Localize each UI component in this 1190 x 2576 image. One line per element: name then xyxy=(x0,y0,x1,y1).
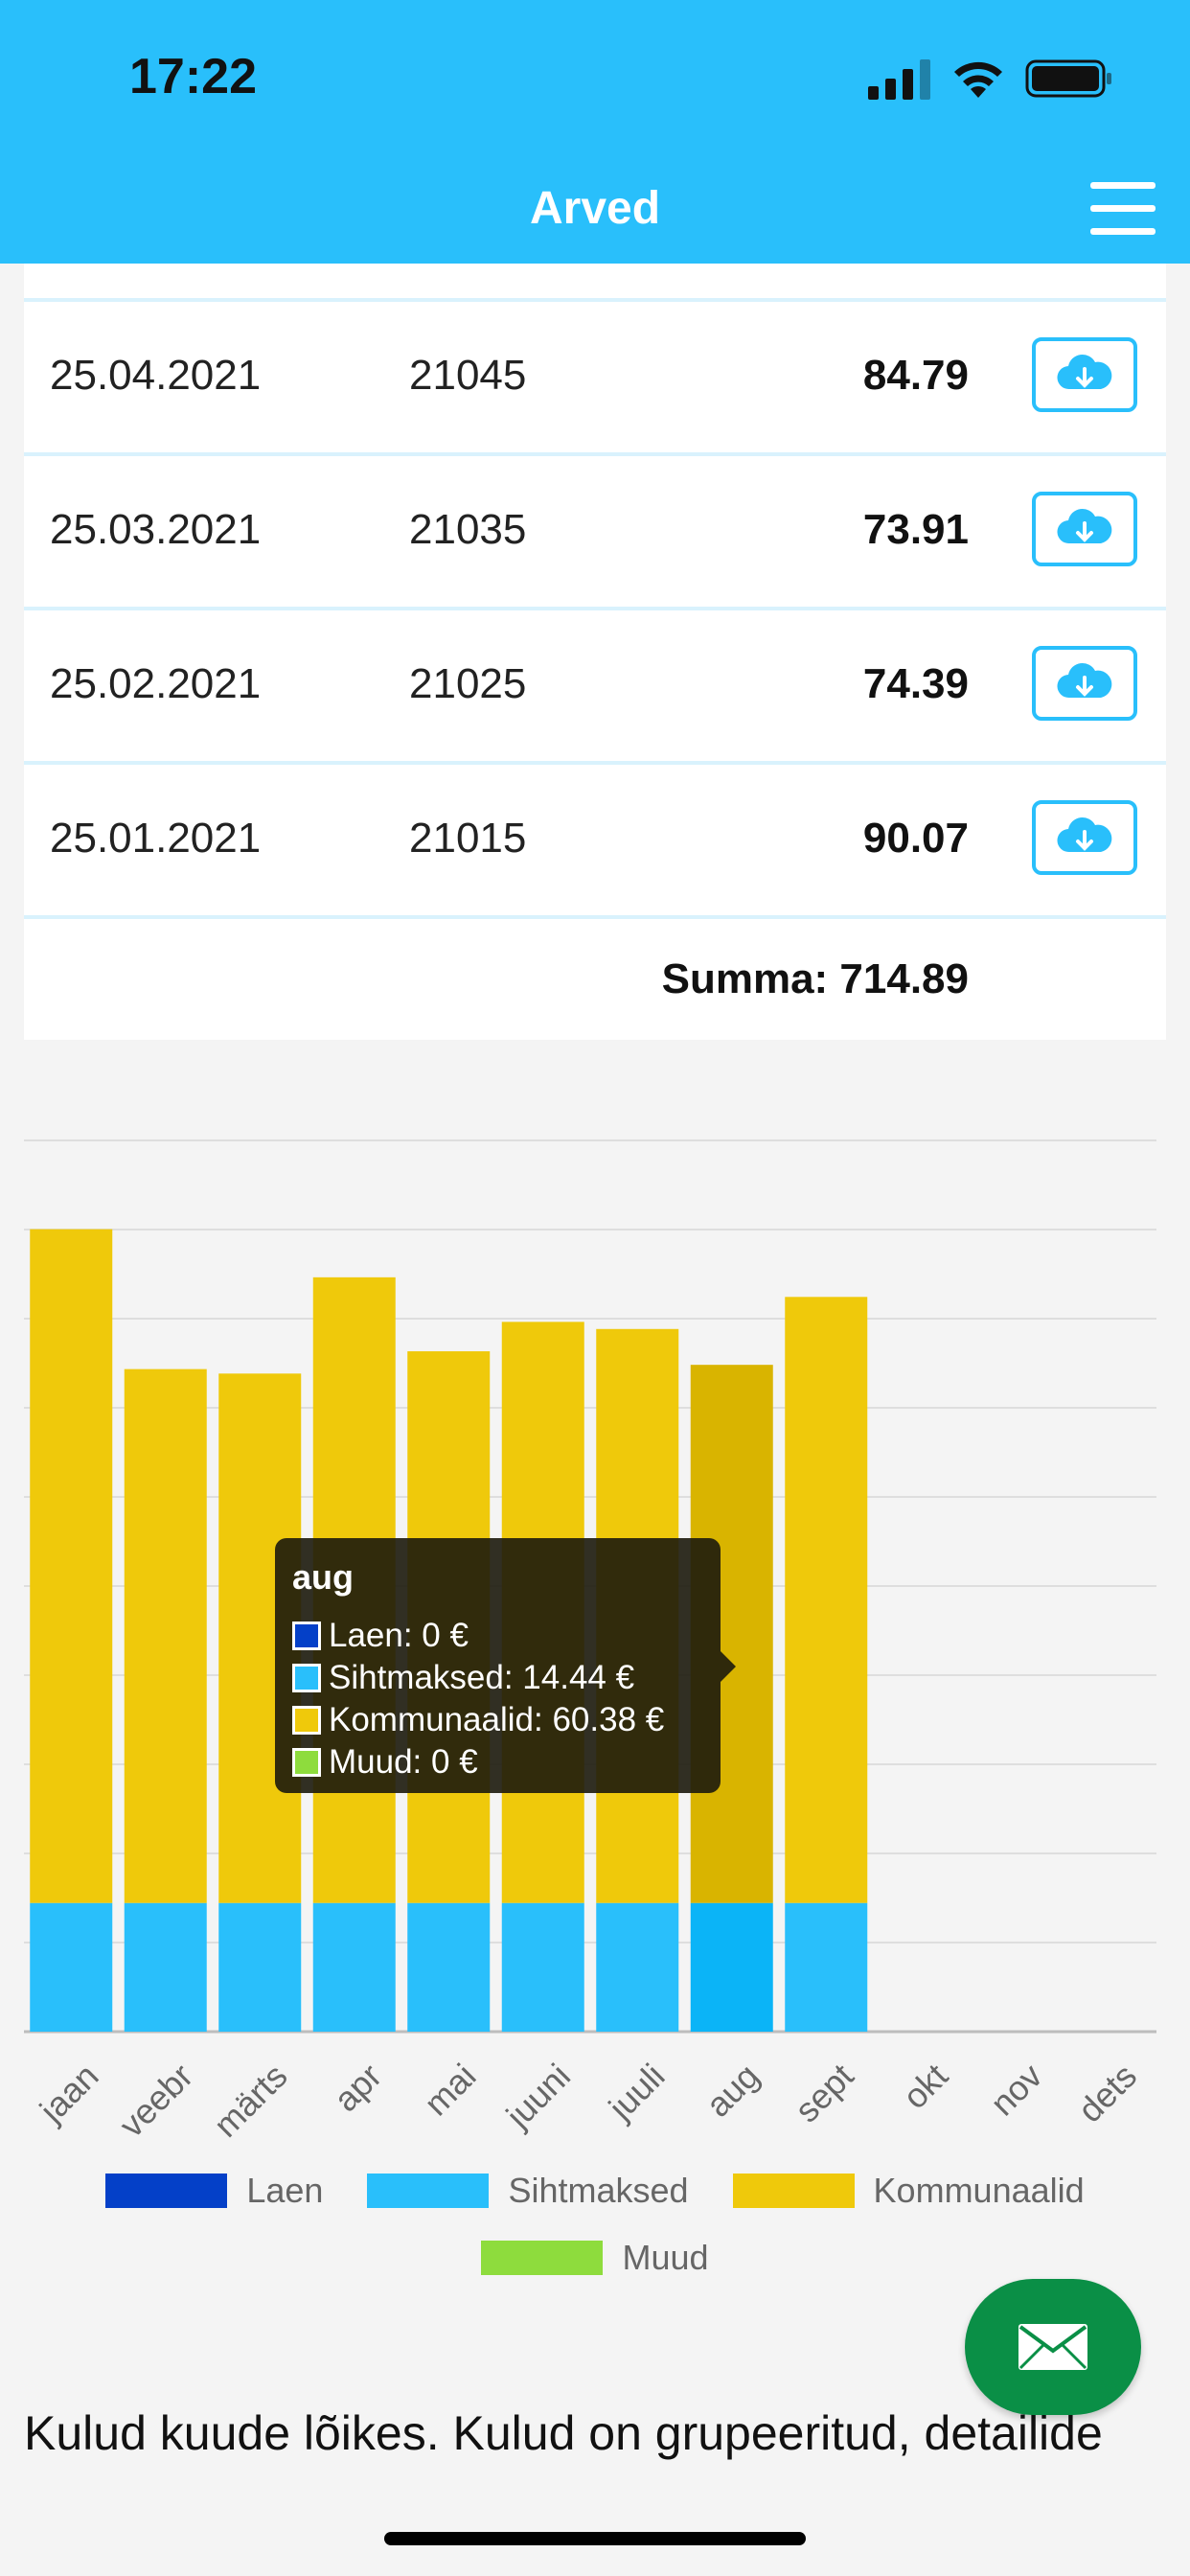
table-row: 25.02.2021 21025 74.39 xyxy=(24,610,1166,765)
bar-kommunaalid-sept[interactable] xyxy=(785,1297,868,1903)
invoice-number: 21045 xyxy=(409,352,527,399)
bar-kommunaalid-jaan[interactable] xyxy=(30,1229,113,1903)
battery-icon xyxy=(1025,59,1111,98)
legend-swatch xyxy=(481,2241,604,2275)
home-indicator xyxy=(384,2532,806,2545)
tooltip-line: Kommunaalid: 60.38 € xyxy=(292,1699,703,1741)
legend-item-muud[interactable]: Muud xyxy=(481,2238,709,2278)
tooltip-line-text: Kommunaalid: 60.38 € xyxy=(329,1701,665,1738)
bar-sihtmaksed-märts[interactable] xyxy=(218,1902,302,2032)
cloud-download-icon xyxy=(1057,508,1112,544)
invoice-number: 21015 xyxy=(409,815,527,862)
hamburger-menu-icon[interactable] xyxy=(1090,182,1156,238)
tooltip-swatch xyxy=(292,1622,321,1650)
x-tick-label: nov xyxy=(983,2056,1050,2123)
chart-legend-row-2: Muud xyxy=(0,2238,1190,2284)
wifi-icon xyxy=(954,61,1002,98)
tooltip-swatch xyxy=(292,1748,321,1777)
x-tick-label: apr xyxy=(326,2056,389,2119)
download-invoice-button[interactable] xyxy=(1032,492,1137,566)
table-row-partial xyxy=(24,264,1166,302)
status-time: 17:22 xyxy=(129,49,257,104)
cellular-signal-icon xyxy=(868,59,930,100)
x-tick-label: märts xyxy=(206,2056,295,2145)
table-row: 25.01.2021 21015 90.07 xyxy=(24,765,1166,919)
tooltip-line: Sihtmaksed: 14.44 € xyxy=(292,1657,703,1699)
tooltip-line-text: Muud: 0 € xyxy=(329,1743,478,1781)
bar-sihtmaksed-aug[interactable] xyxy=(690,1902,773,2032)
x-tick-label: mai xyxy=(417,2056,484,2123)
sum-row: Summa: 714.89 xyxy=(24,919,1166,1040)
bar-sihtmaksed-veebr[interactable] xyxy=(124,1902,207,2032)
legend-swatch xyxy=(732,2174,855,2208)
legend-item-kommunaalid[interactable]: Kommunaalid xyxy=(732,2171,1085,2211)
invoice-table: 25.04.2021 21045 84.79 25.03.2021 21035 … xyxy=(24,264,1166,1040)
x-tick-label: juuni xyxy=(498,2056,578,2135)
legend-swatch xyxy=(105,2174,228,2208)
tooltip-line-text: Sihtmaksed: 14.44 € xyxy=(329,1659,635,1696)
envelope-icon xyxy=(1018,2324,1087,2370)
invoice-number: 21025 xyxy=(409,660,527,707)
invoice-amount: 90.07 xyxy=(862,815,969,862)
legend-label: Sihtmaksed xyxy=(508,2171,689,2210)
chart-tooltip: aug Laen: 0 € Sihtmaksed: 14.44 € Kommun… xyxy=(275,1538,736,1793)
table-row: 25.04.2021 21045 84.79 xyxy=(24,302,1166,456)
legend-label: Muud xyxy=(622,2238,709,2277)
legend-item-laen[interactable]: Laen xyxy=(105,2171,323,2211)
tooltip-line-text: Laen: 0 € xyxy=(329,1617,469,1654)
tooltip-line: Muud: 0 € xyxy=(292,1741,703,1783)
invoice-amount: 74.39 xyxy=(862,660,969,707)
x-tick-label: sept xyxy=(787,2056,860,2129)
download-invoice-button[interactable] xyxy=(1032,800,1137,875)
download-invoice-button[interactable] xyxy=(1032,646,1137,721)
tooltip-swatch xyxy=(292,1664,321,1692)
x-tick-label: jaan xyxy=(32,2056,106,2130)
tooltip-title: aug xyxy=(292,1557,355,1597)
cloud-download-icon xyxy=(1057,354,1112,390)
x-tick-label: veebr xyxy=(111,2056,200,2145)
contact-mail-button[interactable] xyxy=(965,2279,1141,2415)
legend-label: Laen xyxy=(246,2171,324,2210)
bar-sihtmaksed-jaan[interactable] xyxy=(30,1902,113,2032)
x-tick-label: aug xyxy=(698,2056,767,2124)
invoice-date: 25.03.2021 xyxy=(50,506,262,553)
bar-sihtmaksed-juuni[interactable] xyxy=(501,1902,584,2032)
legend-swatch xyxy=(367,2174,490,2208)
bar-sihtmaksed-apr[interactable] xyxy=(312,1902,396,2032)
chart-description: Kulud kuude lõikes. Kulud on grupeeritud… xyxy=(24,2406,1103,2460)
download-invoice-button[interactable] xyxy=(1032,337,1137,412)
bar-sihtmaksed-mai[interactable] xyxy=(407,1902,491,2032)
invoice-date: 25.01.2021 xyxy=(50,815,262,862)
x-tick-label: dets xyxy=(1070,2056,1144,2129)
x-tick-label: juuli xyxy=(601,2056,673,2128)
invoice-number: 21035 xyxy=(409,506,527,553)
table-row: 25.03.2021 21035 73.91 xyxy=(24,456,1166,610)
invoice-date: 25.02.2021 xyxy=(50,660,262,707)
navigation-bar: Arved xyxy=(0,153,1190,264)
invoice-amount: 84.79 xyxy=(862,352,969,399)
invoice-date: 25.04.2021 xyxy=(50,352,262,399)
invoice-amount: 73.91 xyxy=(862,506,969,553)
tooltip-swatch xyxy=(292,1706,321,1735)
cloud-download-icon xyxy=(1057,816,1112,853)
tooltip-line: Laen: 0 € xyxy=(292,1615,703,1657)
chart-legend-row-1: Laen Sihtmaksed Kommunaalid xyxy=(0,2171,1190,2217)
bar-sihtmaksed-juuli[interactable] xyxy=(596,1902,679,2032)
legend-label: Kommunaalid xyxy=(873,2171,1085,2210)
legend-item-sihtmaksed[interactable]: Sihtmaksed xyxy=(367,2171,689,2211)
x-tick-label: okt xyxy=(895,2056,955,2116)
bar-sihtmaksed-sept[interactable] xyxy=(785,1902,868,2032)
invoice-sum: Summa: 714.89 xyxy=(661,955,969,1002)
status-bar: 17:22 xyxy=(0,0,1190,153)
bar-kommunaalid-veebr[interactable] xyxy=(124,1368,207,1903)
cloud-download-icon xyxy=(1057,662,1112,699)
page-title: Arved xyxy=(529,183,661,234)
